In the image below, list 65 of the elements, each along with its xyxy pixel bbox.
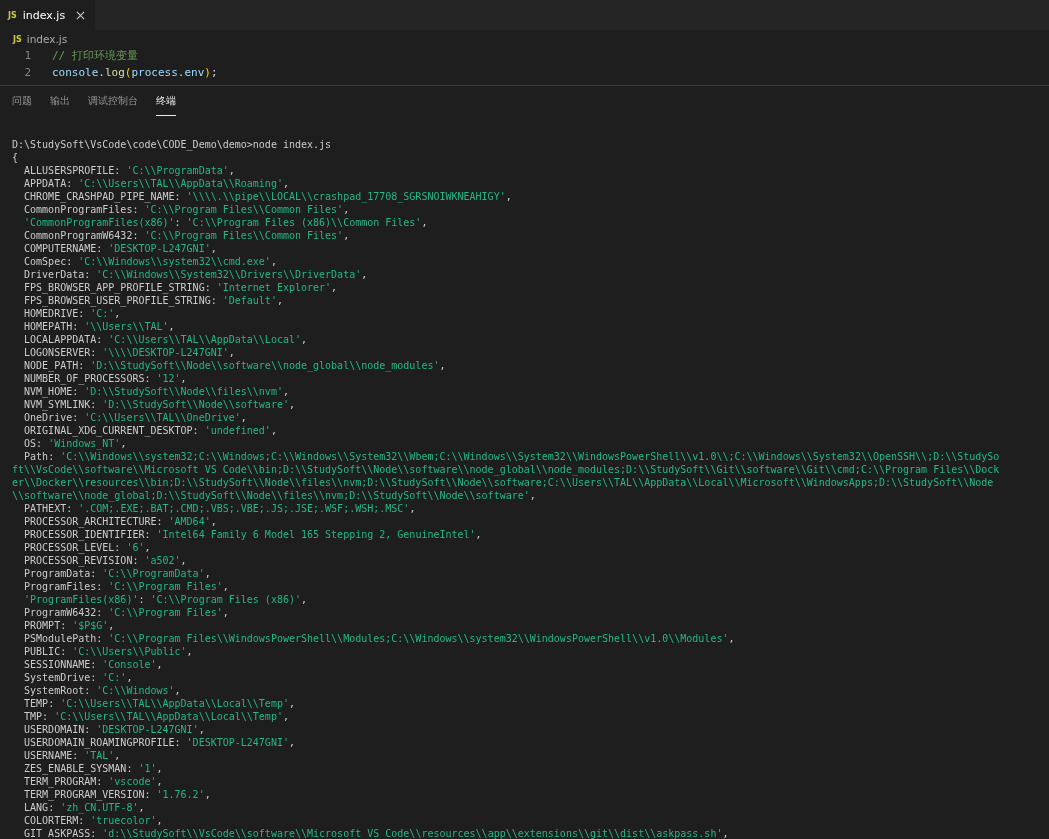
terminal-line: ALLUSERSPROFILE: 'C:\\ProgramData', (23, 164, 236, 177)
terminal-line: TERM_PROGRAM: 'vscode', (23, 775, 164, 788)
panel-tab[interactable]: 输出 (50, 86, 70, 116)
terminal-line: HOMEDRIVE: 'C:', (23, 307, 122, 320)
terminal-line: TEMP: 'C:\\Users\\TAL\\AppData\\Local\\Temp', (23, 697, 296, 710)
terminal-line: CommonProgramFiles: 'C:\\Program Files\\Common Files', (23, 203, 351, 216)
terminal-line: Path: 'C:\\Windows\\system32;C:\\Windows;C:\\Windows\\System32\\Wbem;C:\\Windows\\System32\\WindowsPowerShell\\v1.0\\;C:\\Windows\\System32\\OpenSSH\\;D:\\StudySoft\\VsCode\\software\\Microsoft VS Code\\bin;D:\\StudySoft\\Node\\software\\node_global\\node_modules;D:\\StudySoft\\Git\\software\\Git\\cmd;C:\\Program Files\\Docker\\Docker\\resources\\bin;D:\\StudySoft\\Node\\files\\nvm;D:\\StudySoft\\Node\\software;C:\\Users\\TAL\\AppData\\Local\\Microsoft\\WindowsApps;D:\\StudySoft\\Node\\software\\node_global;D:\\StudySoft\\Node\\files\\nvm;D:\\StudySoft\\Node\\software', (12, 450, 1000, 502)
code-line: console.log(process.env); (52, 66, 218, 79)
editor-tab[interactable]: JS index.js (0, 0, 95, 30)
terminal-line: NVM_HOME: 'D:\\StudySoft\\Node\\files\\nvm', (23, 385, 290, 398)
panel-tab[interactable]: 问题 (12, 86, 32, 116)
terminal-line: OneDrive: 'C:\\Users\\TAL\\OneDrive', (23, 411, 248, 424)
terminal-line: NUMBER_OF_PROCESSORS: '12', (23, 372, 188, 385)
js-file-icon: JS (8, 10, 17, 20)
terminal-line: LANG: 'zh_CN.UTF-8', (23, 801, 146, 814)
line-number: 2 (23, 66, 32, 79)
terminal-line: SystemDrive: 'C:', (23, 671, 134, 684)
terminal-line: PROCESSOR_REVISION: 'a502', (23, 554, 188, 567)
terminal-line: 'ProgramFiles(x86)': 'C:\\Program Files (x86)', (23, 593, 308, 606)
terminal-line: LOGONSERVER: '\\\\DESKTOP-L247GNI', (23, 346, 236, 359)
terminal-line: ProgramFiles: 'C:\\Program Files', (23, 580, 230, 593)
terminal-line: PATHEXT: '.COM;.EXE;.BAT;.CMD;.VBS;.VBE;.JS;.JSE;.WSF;.WSH;.MSC', (23, 502, 417, 515)
terminal-line: APPDATA: 'C:\\Users\\TAL\\AppData\\Roaming', (23, 177, 290, 190)
terminal-line: D:\StudySoft\VsCode\code\CODE_Demo\demo>node index.js (12, 138, 333, 151)
terminal-line: PROCESSOR_IDENTIFIER: 'Intel64 Family 6 Model 165 Stepping 2, GenuineIntel', (23, 528, 483, 541)
terminal-line: PUBLIC: 'C:\\Users\\Public', (23, 645, 194, 658)
close-icon[interactable] (76, 10, 85, 20)
terminal-line: ORIGINAL_XDG_CURRENT_DESKTOP: 'undefined', (23, 424, 278, 437)
terminal-line: SystemRoot: 'C:\\Windows', (23, 684, 182, 697)
terminal-line: ComSpec: 'C:\\Windows\\system32\\cmd.exe', (23, 255, 278, 268)
terminal-line: OS: 'Windows_NT', (23, 437, 128, 450)
terminal-line: DriverData: 'C:\\Windows\\System32\\Drivers\\DriverData', (23, 268, 369, 281)
terminal-line: USERDOMAIN: 'DESKTOP-L247GNI', (23, 723, 206, 736)
terminal-line: PROCESSOR_LEVEL: '6', (23, 541, 152, 554)
terminal-line: ProgramData: 'C:\\ProgramData', (23, 567, 212, 580)
terminal-line: NODE_PATH: 'D:\\StudySoft\\Node\\software\\node_global\\node_modules', (23, 359, 447, 372)
js-file-icon: JS (13, 34, 22, 44)
terminal-line: ProgramW6432: 'C:\\Program Files', (23, 606, 230, 619)
terminal-line: USERNAME: 'TAL', (23, 749, 122, 762)
terminal-line: PROMPT: '$P$G', (23, 619, 116, 632)
line-number: 1 (23, 49, 32, 62)
terminal-line: SESSIONNAME: 'Console', (23, 658, 164, 671)
tab-label: index.js (22, 8, 67, 22)
terminal-line: 'CommonProgramFiles(x86)': 'C:\\Program Files (x86)\\Common Files', (23, 216, 429, 229)
terminal-line: GIT_ASKPASS: 'd:\\StudySoft\\VsCode\\software\\Microsoft VS Code\\resources\\app\\extensions\\git\\dist\\askpass.sh', (23, 827, 730, 839)
panel-tab[interactable]: 调试控制台 (88, 86, 138, 116)
terminal-line: HOMEPATH: '\\Users\\TAL', (23, 320, 176, 333)
terminal-line: PROCESSOR_ARCHITECTURE: 'AMD64', (23, 515, 218, 528)
panel-tab[interactable]: 终端 (156, 86, 176, 116)
terminal-line: TERM_PROGRAM_VERSION: '1.76.2', (23, 788, 212, 801)
terminal-line: COLORTERM: 'truecolor', (23, 814, 164, 827)
terminal-line: FPS_BROWSER_USER_PROFILE_STRING: 'Default', (23, 294, 284, 307)
breadcrumb-item[interactable]: index.js (26, 33, 68, 45)
terminal-line: NVM_SYMLINK: 'D:\\StudySoft\\Node\\software', (23, 398, 296, 411)
terminal-line: { (12, 151, 20, 164)
terminal-line: COMPUTERNAME: 'DESKTOP-L247GNI', (23, 242, 218, 255)
terminal-line: ZES_ENABLE_SYSMAN: '1', (23, 762, 164, 775)
terminal-line: FPS_BROWSER_APP_PROFILE_STRING: 'Internet Explorer', (23, 281, 339, 294)
terminal-line: PSModulePath: 'C:\\Program Files\\WindowsPowerShell\\Modules;C:\\Windows\\system32\\WindowsPowerShell\\v1.0\\Modules', (23, 632, 736, 645)
terminal-line: CHROME_CRASHPAD_PIPE_NAME: '\\\\.\\pipe\\LOCAL\\crashpad_17708_SGRSNOIWKNEAHIGY', (23, 190, 513, 203)
terminal-line: TMP: 'C:\\Users\\TAL\\AppData\\Local\\Temp', (23, 710, 290, 723)
code-line: // 打印环境变量 (52, 48, 138, 63)
terminal-line: USERDOMAIN_ROAMINGPROFILE: 'DESKTOP-L247GNI', (23, 736, 296, 749)
terminal-line: LOCALAPPDATA: 'C:\\Users\\TAL\\AppData\\Local', (23, 333, 308, 346)
terminal-line: CommonProgramW6432: 'C:\\Program Files\\Common Files', (23, 229, 351, 242)
